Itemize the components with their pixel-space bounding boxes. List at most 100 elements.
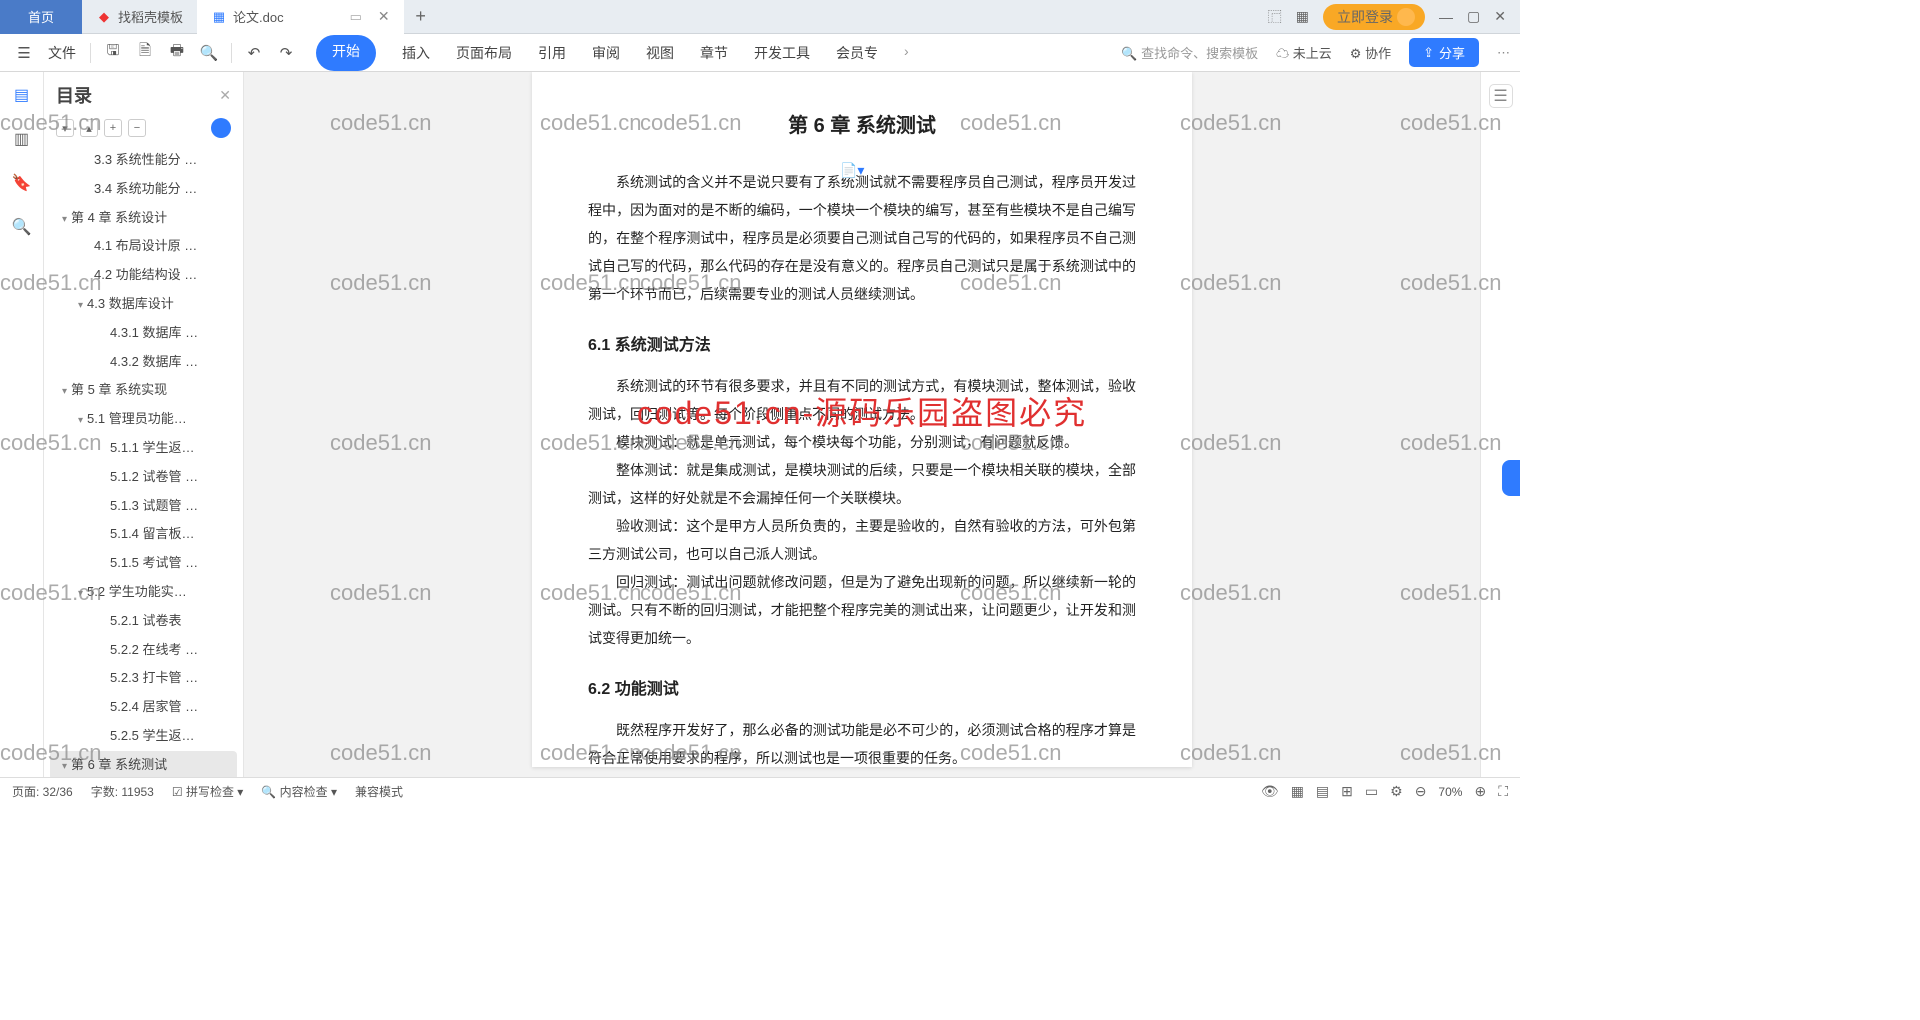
toc-item[interactable]: 5.2.2 在线考 … — [50, 636, 237, 665]
preview-icon[interactable]: 🔍 — [195, 39, 223, 67]
status-bar: 页面: 32/36 字数: 11953 ☑ 拼写检查 ▾ 🔍 内容检查 ▾ 兼容… — [0, 777, 1520, 805]
fit-icon[interactable]: ⛶ — [1498, 783, 1508, 800]
save-icon[interactable]: 🖫 — [99, 39, 127, 67]
undo-icon[interactable]: ↶ — [240, 39, 268, 67]
page-marker-icon: 📄▾ — [840, 162, 864, 179]
command-search[interactable]: 🔍 查找命令、搜索模板 — [1121, 43, 1258, 62]
ribbon-view[interactable]: 视图 — [646, 35, 674, 71]
settings-icon[interactable]: ⚙ — [1390, 783, 1403, 800]
toc-item[interactable]: ▾5.1 管理员功能… — [50, 405, 237, 434]
body-text: 整体测试：就是集成测试，是模块测试的后续，只要是一个模块相关联的模块，全部测试，… — [588, 456, 1136, 512]
add-heading-icon[interactable]: + — [104, 119, 122, 137]
toc-item[interactable]: ▾第 4 章 系统设计 — [50, 204, 237, 233]
section-heading: 6.1 系统测试方法 — [588, 330, 1136, 362]
ribbon-start[interactable]: 开始 — [316, 35, 376, 71]
panel-toggle-icon[interactable]: ☰ — [1489, 84, 1513, 108]
toc-item[interactable]: 4.3.2 数据库 … — [50, 348, 237, 377]
body-text: 验收测试：这个是甲方人员所负责的，主要是验收的，自然有验收的方法，可外包第三方测… — [588, 512, 1136, 568]
right-sidebar: ☰ — [1480, 72, 1520, 777]
menu-icon[interactable]: ☰ — [10, 39, 38, 67]
zoom-level[interactable]: 70% — [1438, 785, 1462, 799]
tab-doc[interactable]: ▦ 论文.doc ▭ ✕ — [197, 0, 404, 34]
ribbon-dev[interactable]: 开发工具 — [754, 35, 810, 71]
new-tab-button[interactable]: + — [404, 6, 438, 27]
toc-item[interactable]: 5.1.5 考试管 … — [50, 549, 237, 578]
document-area[interactable]: 📄▾ 第 6 章 系统测试 系统测试的含义并不是说只要有了系统测试就不需要程序员… — [244, 72, 1480, 777]
toc-item[interactable]: 5.1.1 学生返… — [50, 434, 237, 463]
view-read-icon[interactable]: ▭ — [1365, 783, 1378, 800]
toc-item[interactable]: 4.1 布局设计原 … — [50, 232, 237, 261]
view-page-icon[interactable]: ▦ — [1291, 783, 1304, 800]
body-text: 系统测试的环节有很多要求，并且有不同的测试方式，有模块测试，整体测试，验收测试，… — [588, 372, 1136, 428]
toc-item[interactable]: 5.2.4 居家管 … — [50, 693, 237, 722]
ribbon-layout[interactable]: 页面布局 — [456, 35, 512, 71]
collab-button[interactable]: ⚙ 协作 — [1350, 43, 1391, 62]
toc-item[interactable]: ▾5.2 学生功能实… — [50, 578, 237, 607]
body-text: 系统测试的含义并不是说只要有了系统测试就不需要程序员自己测试，程序员开发过程中，… — [588, 168, 1136, 308]
toc-item[interactable]: 3.3 系统性能分 … — [50, 146, 237, 175]
page-indicator[interactable]: 页面: 32/36 — [12, 783, 73, 800]
ribbon-review[interactable]: 审阅 — [592, 35, 620, 71]
file-menu[interactable]: 文件 — [48, 43, 76, 63]
spellcheck-toggle[interactable]: ☑ 拼写检查 ▾ — [172, 783, 243, 800]
tab-home[interactable]: 首页 — [0, 0, 82, 34]
cloud-status[interactable]: ☁ 未上云 — [1276, 43, 1332, 62]
outline-icon[interactable]: ▤ — [11, 84, 33, 106]
close-tab-icon[interactable]: ✕ — [378, 8, 390, 25]
bookmark-icon[interactable]: 🔖 — [11, 172, 33, 194]
toc-item[interactable]: 5.2.1 试卷表 — [50, 607, 237, 636]
toc-item[interactable]: 5.1.4 留言板… — [50, 520, 237, 549]
outline-panel: 目录 ✕ ▾ ▴ + − 3.3 系统性能分 …3.4 系统功能分 …▾第 4 … — [44, 72, 244, 777]
more-icon[interactable]: ⋯ — [1497, 45, 1510, 61]
share-button[interactable]: ⇪ 分享 — [1409, 38, 1479, 67]
expand-all-icon[interactable]: ▴ — [80, 119, 98, 137]
close-window-icon[interactable]: ✕ — [1494, 8, 1506, 25]
tab-doc-label: 论文.doc — [233, 7, 284, 26]
ribbon-vip[interactable]: 会员专 — [836, 35, 878, 71]
maximize-icon[interactable]: ▢ — [1467, 8, 1480, 25]
toc-item[interactable]: 5.1.3 试题管 … — [50, 492, 237, 521]
view-web-icon[interactable]: ⊞ — [1341, 783, 1353, 800]
toc-item[interactable]: 5.2.3 打卡管 … — [50, 664, 237, 693]
toc-item[interactable]: ▾4.3 数据库设计 — [50, 290, 237, 319]
print-icon[interactable]: 🖶 — [163, 39, 191, 67]
toc-item[interactable]: 4.2 功能结构设 … — [50, 261, 237, 290]
toc-item[interactable]: 4.3.1 数据库 … — [50, 319, 237, 348]
section-heading: 6.2 功能测试 — [588, 674, 1136, 706]
minimize-icon[interactable]: — — [1439, 9, 1453, 25]
menu-bar: ☰ 文件 🖫 🗎 🖶 🔍 ↶ ↷ 开始 插入 页面布局 引用 审阅 视图 章节 … — [0, 34, 1520, 72]
left-sidebar: ▤ ▥ 🔖 🔍 — [0, 72, 44, 777]
redo-icon[interactable]: ↷ — [272, 39, 300, 67]
close-outline-icon[interactable]: ✕ — [219, 87, 231, 104]
toc-item[interactable]: 5.1.2 试卷管 … — [50, 463, 237, 492]
collapse-all-icon[interactable]: ▾ — [56, 119, 74, 137]
toc-item[interactable]: ▾第 5 章 系统实现 — [50, 376, 237, 405]
nav-icon[interactable]: ▥ — [11, 128, 33, 150]
view-outline-icon[interactable]: ▤ — [1316, 783, 1329, 800]
saveas-icon[interactable]: 🗎 — [131, 39, 159, 67]
ribbon-insert[interactable]: 插入 — [402, 35, 430, 71]
compat-mode[interactable]: 兼容模式 — [355, 783, 403, 800]
zoom-in-icon[interactable]: ⊕ — [1474, 783, 1486, 800]
search-icon[interactable]: 🔍 — [11, 216, 33, 238]
ribbon-ref[interactable]: 引用 — [538, 35, 566, 71]
eye-icon[interactable]: 👁 — [1261, 783, 1279, 800]
window-icon[interactable]: ▭ — [350, 9, 362, 25]
word-count[interactable]: 字数: 11953 — [91, 783, 154, 800]
ai-icon[interactable] — [211, 118, 231, 138]
content-check[interactable]: 🔍 内容检查 ▾ — [261, 783, 337, 800]
float-tab[interactable] — [1502, 460, 1520, 496]
login-button[interactable]: 立即登录 — [1323, 4, 1425, 30]
toc-item[interactable]: 3.4 系统功能分 … — [50, 175, 237, 204]
toc-item[interactable]: ▾第 6 章 系统测试 — [50, 751, 237, 777]
tab-template[interactable]: ◆ 找稻壳模板 — [82, 0, 197, 34]
body-text: 既然程序开发好了，那么必备的测试功能是必不可少的，必须测试合格的程序才算是符合正… — [588, 716, 1136, 772]
ribbon-section[interactable]: 章节 — [700, 35, 728, 71]
zoom-out-icon[interactable]: ⊖ — [1415, 783, 1427, 800]
remove-heading-icon[interactable]: − — [128, 119, 146, 137]
split-view-icon[interactable]: ⿸ — [1268, 7, 1282, 27]
toc-list: 3.3 系统性能分 …3.4 系统功能分 …▾第 4 章 系统设计4.1 布局设… — [44, 146, 243, 777]
window-controls: ⿸ ▦ 立即登录 — ▢ ✕ — [1268, 4, 1520, 30]
apps-icon[interactable]: ▦ — [1296, 8, 1309, 25]
toc-item[interactable]: 5.2.5 学生返… — [50, 722, 237, 751]
